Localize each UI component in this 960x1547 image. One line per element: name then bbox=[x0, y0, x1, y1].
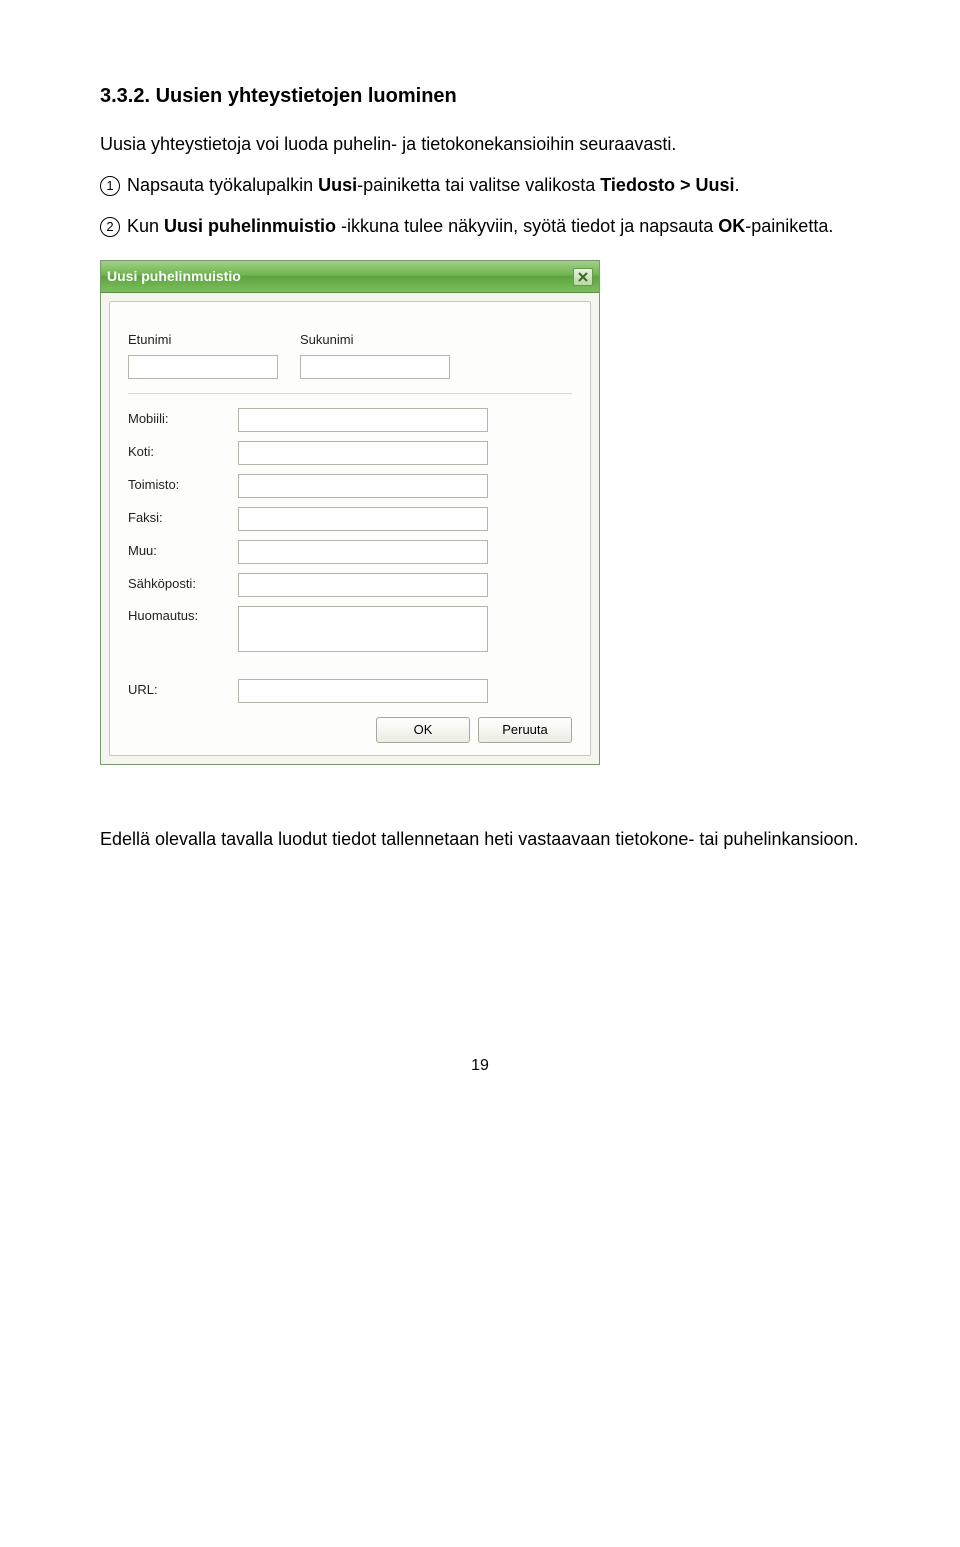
cancel-button[interactable]: Peruuta bbox=[478, 717, 572, 743]
office-label: Toimisto: bbox=[128, 475, 238, 496]
step-1-bold-a: Uusi bbox=[318, 175, 357, 195]
fax-label: Faksi: bbox=[128, 508, 238, 529]
dialog-body: Etunimi Sukunimi Mobiili: Koti: Toimisto… bbox=[101, 293, 599, 764]
email-label: Sähköposti: bbox=[128, 574, 238, 595]
home-row: Koti: bbox=[128, 441, 572, 465]
note-input[interactable] bbox=[238, 606, 488, 652]
intro-paragraph: Uusia yhteystietoja voi luoda puhelin- j… bbox=[100, 130, 860, 159]
office-row: Toimisto: bbox=[128, 474, 572, 498]
url-input[interactable] bbox=[238, 679, 488, 703]
mobile-label: Mobiili: bbox=[128, 409, 238, 430]
other-label: Muu: bbox=[128, 541, 238, 562]
outro-paragraph: Edellä olevalla tavalla luodut tiedot ta… bbox=[100, 825, 860, 854]
fax-input[interactable] bbox=[238, 507, 488, 531]
mobile-input[interactable] bbox=[238, 408, 488, 432]
step-2-text-b: -ikkuna tulee näkyviin, syötä tiedot ja … bbox=[336, 216, 718, 236]
divider bbox=[128, 393, 572, 394]
close-icon bbox=[578, 272, 588, 282]
step-1-text-a: Napsauta työkalupalkin bbox=[122, 175, 318, 195]
step-2-number: 2 bbox=[100, 217, 120, 237]
step-2: 2 Kun Uusi puhelinmuistio -ikkuna tulee … bbox=[100, 212, 860, 241]
lastname-input[interactable] bbox=[300, 355, 450, 379]
ok-button[interactable]: OK bbox=[376, 717, 470, 743]
step-2-bold-a: Uusi puhelinmuistio bbox=[164, 216, 336, 236]
step-2-text-a: Kun bbox=[122, 216, 164, 236]
step-2-bold-b: OK bbox=[718, 216, 745, 236]
other-input[interactable] bbox=[238, 540, 488, 564]
dialog-title: Uusi puhelinmuistio bbox=[107, 265, 241, 287]
mobile-row: Mobiili: bbox=[128, 408, 572, 432]
home-label: Koti: bbox=[128, 442, 238, 463]
dialog-button-row: OK Peruuta bbox=[128, 717, 572, 743]
email-row: Sähköposti: bbox=[128, 573, 572, 597]
new-phonebook-dialog: Uusi puhelinmuistio Etunimi Sukunimi Mo bbox=[100, 260, 600, 764]
step-1-text-b: -painiketta tai valitse valikosta bbox=[357, 175, 600, 195]
step-1-number: 1 bbox=[100, 176, 120, 196]
name-row: Etunimi Sukunimi bbox=[128, 330, 572, 379]
note-label: Huomautus: bbox=[128, 606, 238, 627]
email-input[interactable] bbox=[238, 573, 488, 597]
firstname-label: Etunimi bbox=[128, 330, 278, 351]
lastname-label: Sukunimi bbox=[300, 330, 450, 351]
step-1-text-c: . bbox=[734, 175, 739, 195]
section-heading: 3.3.2. Uusien yhteystietojen luominen bbox=[100, 80, 860, 112]
row-spacer bbox=[128, 661, 572, 679]
url-row: URL: bbox=[128, 679, 572, 703]
dialog-titlebar: Uusi puhelinmuistio bbox=[101, 261, 599, 292]
url-label: URL: bbox=[128, 680, 238, 701]
step-1: 1 Napsauta työkalupalkin Uusi-painiketta… bbox=[100, 171, 860, 200]
step-1-bold-b: Tiedosto > Uusi bbox=[600, 175, 734, 195]
other-row: Muu: bbox=[128, 540, 572, 564]
step-2-text-c: -painiketta. bbox=[745, 216, 833, 236]
dialog-panel: Etunimi Sukunimi Mobiili: Koti: Toimisto… bbox=[109, 301, 591, 756]
firstname-input[interactable] bbox=[128, 355, 278, 379]
note-row: Huomautus: bbox=[128, 606, 572, 652]
home-input[interactable] bbox=[238, 441, 488, 465]
office-input[interactable] bbox=[238, 474, 488, 498]
close-button[interactable] bbox=[573, 268, 593, 286]
page-number: 19 bbox=[100, 1053, 860, 1079]
lastname-group: Sukunimi bbox=[300, 330, 450, 379]
firstname-group: Etunimi bbox=[128, 330, 278, 379]
fax-row: Faksi: bbox=[128, 507, 572, 531]
